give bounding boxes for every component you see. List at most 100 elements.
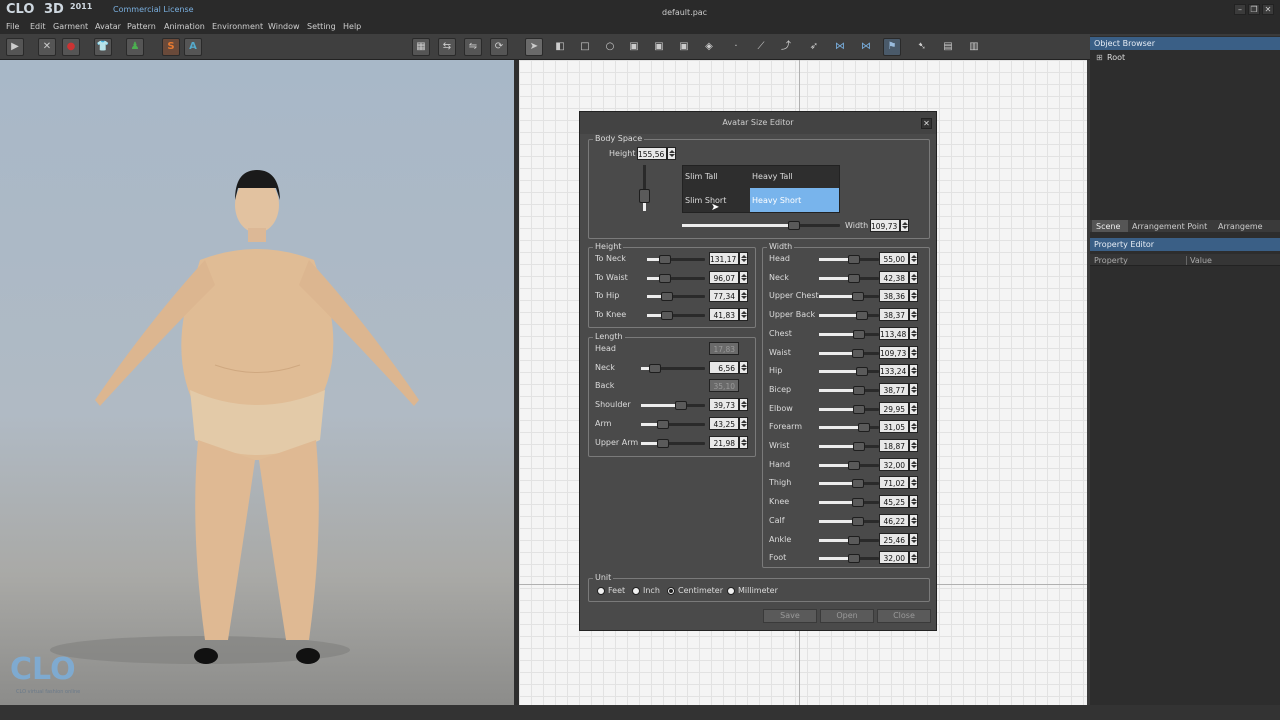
width-foot-spinner[interactable] bbox=[909, 551, 918, 565]
menu-help[interactable]: Help bbox=[343, 22, 361, 31]
3d-viewport[interactable]: CLO CLO virtual fashion online bbox=[0, 60, 514, 705]
width-upper-back-slider[interactable] bbox=[819, 311, 879, 321]
width-ankle-input[interactable]: 25,46 bbox=[879, 532, 909, 546]
menu-window[interactable]: Window bbox=[268, 22, 300, 31]
width-hip-spinner[interactable] bbox=[909, 364, 918, 378]
width-bicep-input[interactable]: 38,77 bbox=[879, 382, 909, 396]
length-shoulder-input[interactable]: 39,73 bbox=[709, 398, 739, 412]
unit-feet-radio[interactable] bbox=[597, 587, 605, 595]
style-a-button[interactable]: A bbox=[184, 38, 202, 56]
width-knee-slider[interactable] bbox=[819, 498, 879, 508]
box4-icon[interactable]: ◈ bbox=[701, 39, 717, 55]
length-arm-input[interactable]: 43,25 bbox=[709, 416, 739, 430]
menu-edit[interactable]: Edit bbox=[30, 22, 46, 31]
cell-heavy-tall[interactable]: Heavy Tall bbox=[752, 172, 793, 181]
body-height-slider[interactable] bbox=[639, 165, 650, 211]
height-to-waist-slider[interactable] bbox=[647, 273, 705, 283]
rectangle-icon[interactable]: □ bbox=[577, 39, 593, 55]
curve-icon[interactable]: ⤴ bbox=[778, 39, 794, 55]
width-elbow-slider[interactable] bbox=[819, 404, 879, 414]
length-upper-arm-input[interactable]: 21,98 bbox=[709, 435, 739, 449]
avatar-button[interactable]: ♟ bbox=[126, 38, 144, 56]
width-hand-slider[interactable] bbox=[819, 460, 879, 470]
length-neck-input[interactable]: 6,56 bbox=[709, 360, 739, 374]
grid-button[interactable]: ▦ bbox=[412, 38, 430, 56]
width-hand-spinner[interactable] bbox=[909, 457, 918, 471]
width-upper-chest-slider[interactable] bbox=[819, 292, 879, 302]
width-elbow-spinner[interactable] bbox=[909, 401, 918, 415]
style-s-button[interactable]: S bbox=[162, 38, 180, 56]
box2-icon[interactable]: ▣ bbox=[651, 39, 667, 55]
width-wrist-slider[interactable] bbox=[819, 442, 879, 451]
width-hip-input[interactable]: 133,24 bbox=[879, 364, 909, 378]
width-chest-spinner[interactable] bbox=[909, 326, 918, 340]
height-to-neck-slider[interactable] bbox=[647, 255, 705, 264]
width-forearm-thumb[interactable] bbox=[858, 423, 870, 433]
record-button[interactable]: ● bbox=[62, 38, 80, 56]
menu-garment[interactable]: Garment bbox=[53, 22, 88, 31]
height-to-knee-input[interactable]: 41,83 bbox=[709, 308, 739, 322]
sew-icon[interactable]: ➶ bbox=[806, 39, 822, 55]
width-foot-thumb[interactable] bbox=[848, 554, 860, 564]
sewing-tool-button[interactable]: ⚑ bbox=[883, 38, 901, 56]
menu-file[interactable]: File bbox=[6, 22, 19, 31]
avatar-figure[interactable] bbox=[0, 60, 514, 705]
body-height-spinner[interactable] bbox=[667, 147, 676, 160]
width-bicep-thumb[interactable] bbox=[853, 385, 865, 395]
width-upper-chest-input[interactable]: 38,36 bbox=[879, 289, 909, 303]
point-icon[interactable]: · bbox=[728, 39, 744, 55]
height-to-knee-spinner[interactable] bbox=[739, 308, 748, 322]
width-thigh-slider[interactable] bbox=[819, 479, 879, 489]
circle-icon[interactable]: ○ bbox=[602, 39, 618, 55]
width-knee-spinner[interactable] bbox=[909, 495, 918, 509]
width-waist-spinner[interactable] bbox=[909, 345, 918, 359]
width-thigh-input[interactable]: 71,02 bbox=[879, 476, 909, 490]
width-waist-input[interactable]: 109,73 bbox=[879, 345, 909, 359]
cell-slim-short[interactable]: Slim Short bbox=[685, 196, 726, 205]
tab-arrangement[interactable]: Arrangeme bbox=[1218, 222, 1263, 231]
open-button[interactable]: Open bbox=[820, 609, 874, 623]
body-height-thumb[interactable] bbox=[639, 189, 650, 203]
menu-setting[interactable]: Setting bbox=[307, 22, 336, 31]
width-elbow-input[interactable]: 29,95 bbox=[879, 401, 909, 415]
width-thigh-thumb[interactable] bbox=[852, 479, 864, 489]
width-head-slider[interactable] bbox=[819, 255, 879, 264]
tree-root[interactable]: Root bbox=[1107, 53, 1125, 62]
width-ankle-spinner[interactable] bbox=[909, 532, 918, 546]
window2-icon[interactable]: ▥ bbox=[966, 39, 982, 55]
length-arm-spinner[interactable] bbox=[739, 416, 748, 430]
cell-heavy-short-selected[interactable]: Heavy Short bbox=[750, 188, 839, 212]
width-forearm-spinner[interactable] bbox=[909, 420, 918, 434]
width-chest-slider[interactable] bbox=[819, 329, 879, 339]
save-button[interactable]: Save bbox=[763, 609, 817, 623]
width-bicep-slider[interactable] bbox=[819, 385, 879, 395]
height-to-neck-input[interactable]: 131,17 bbox=[709, 252, 739, 265]
menu-avatar[interactable]: Avatar bbox=[95, 22, 121, 31]
body-width-thumb[interactable] bbox=[788, 221, 800, 230]
height-to-waist-thumb[interactable] bbox=[659, 273, 671, 283]
fold-icon[interactable]: ⋈ bbox=[832, 39, 848, 55]
height-to-hip-thumb[interactable] bbox=[661, 292, 673, 302]
arrange-button[interactable]: ⇆ bbox=[438, 38, 456, 56]
box-icon[interactable]: ▣ bbox=[626, 39, 642, 55]
select-tool-button[interactable]: ➤ bbox=[525, 38, 543, 56]
width-neck-slider[interactable] bbox=[819, 273, 879, 283]
width-head-spinner[interactable] bbox=[909, 252, 918, 265]
transform-icon[interactable]: ◧ bbox=[552, 39, 568, 55]
body-width-spinner[interactable] bbox=[900, 219, 909, 232]
length-arm-slider[interactable] bbox=[641, 419, 705, 429]
fold2-icon[interactable]: ⋈ bbox=[858, 39, 874, 55]
refresh-button[interactable]: ⟳ bbox=[490, 38, 508, 56]
width-thigh-spinner[interactable] bbox=[909, 476, 918, 490]
tree-expand-icon[interactable]: ⊞ bbox=[1096, 53, 1103, 62]
cell-slim-tall[interactable]: Slim Tall bbox=[685, 172, 718, 181]
width-upper-chest-thumb[interactable] bbox=[852, 292, 864, 302]
body-height-input[interactable]: 155,56 bbox=[637, 147, 667, 160]
width-knee-thumb[interactable] bbox=[852, 498, 864, 508]
width-ankle-slider[interactable] bbox=[819, 535, 879, 545]
width-neck-thumb[interactable] bbox=[848, 273, 860, 283]
height-to-neck-thumb[interactable] bbox=[659, 255, 671, 264]
minimize-button[interactable]: – bbox=[1234, 4, 1246, 15]
tab-scene[interactable]: Scene bbox=[1092, 220, 1128, 232]
line-icon[interactable]: ⟋ bbox=[753, 39, 769, 55]
